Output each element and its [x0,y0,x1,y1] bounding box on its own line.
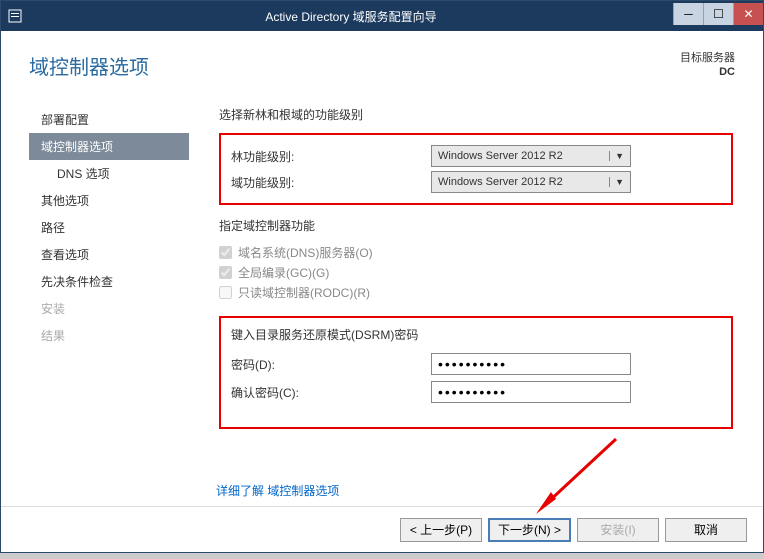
wizard-footer: < 上一步(P) 下一步(N) > 安装(I) 取消 [1,506,763,552]
learn-more-link[interactable]: 详细了解 域控制器选项 [216,484,339,498]
target-server: 目标服务器 DC [680,51,735,80]
titlebar: Active Directory 域服务配置向导 ─ ☐ ✕ [1,1,763,31]
nav-paths[interactable]: 路径 [29,214,189,241]
domain-level-label: 域功能级别: [231,174,431,191]
chevron-down-icon: ▼ [609,151,624,161]
close-button[interactable]: ✕ [733,3,763,25]
dsrm-title: 键入目录服务还原模式(DSRM)密码 [231,326,721,343]
nav-results: 结果 [29,322,189,349]
page-header: 域控制器选项 目标服务器 DC [1,31,763,90]
chevron-down-icon: ▼ [609,177,624,187]
nav-review[interactable]: 查看选项 [29,241,189,268]
gc-checkbox-label: 全局编录(GC)(G) [238,264,329,281]
confirm-password-label: 确认密码(C): [231,384,431,401]
dns-checkbox [219,246,232,259]
next-button[interactable]: 下一步(N) > [488,518,571,542]
gc-checkbox [219,266,232,279]
rodc-checkbox-row: 只读域控制器(RODC)(R) [219,284,733,301]
minimize-button[interactable]: ─ [673,3,703,25]
cancel-button[interactable]: 取消 [665,518,747,542]
window-title: Active Directory 域服务配置向导 [29,8,673,25]
forest-level-label: 林功能级别: [231,148,431,165]
nav-other-options[interactable]: 其他选项 [29,187,189,214]
page-title: 域控制器选项 [29,51,149,80]
gc-checkbox-row: 全局编录(GC)(G) [219,264,733,281]
dsrm-password-box: 键入目录服务还原模式(DSRM)密码 密码(D): 确认密码(C): [219,316,733,429]
main-panel: 选择新林和根域的功能级别 林功能级别: Windows Server 2012 … [189,90,763,441]
forest-level-value: Windows Server 2012 R2 [438,150,563,162]
password-input[interactable] [431,353,631,375]
dns-checkbox-label: 域名系统(DNS)服务器(O) [238,244,373,261]
domain-level-select[interactable]: Windows Server 2012 R2 ▼ [431,171,631,193]
target-label: 目标服务器 [680,51,735,65]
dns-checkbox-row: 域名系统(DNS)服务器(O) [219,244,733,261]
confirm-password-input[interactable] [431,381,631,403]
dc-capabilities-title: 指定域控制器功能 [219,217,733,234]
password-label: 密码(D): [231,356,431,373]
functional-level-box: 林功能级别: Windows Server 2012 R2 ▼ 域功能级别: W… [219,133,733,205]
functional-level-title: 选择新林和根域的功能级别 [219,106,733,123]
nav-dns-options[interactable]: DNS 选项 [29,160,189,187]
domain-level-value: Windows Server 2012 R2 [438,176,563,188]
maximize-button[interactable]: ☐ [703,3,733,25]
nav-deployment[interactable]: 部署配置 [29,106,189,133]
nav-dc-options[interactable]: 域控制器选项 [29,133,189,160]
target-value: DC [680,65,735,79]
app-icon [1,9,29,23]
nav-install: 安装 [29,295,189,322]
rodc-checkbox [219,286,232,299]
nav-prereq[interactable]: 先决条件检查 [29,268,189,295]
install-button: 安装(I) [577,518,659,542]
previous-button[interactable]: < 上一步(P) [400,518,482,542]
rodc-checkbox-label: 只读域控制器(RODC)(R) [238,284,370,301]
wizard-nav: 部署配置 域控制器选项 DNS 选项 其他选项 路径 查看选项 先决条件检查 安… [29,90,189,441]
forest-level-select[interactable]: Windows Server 2012 R2 ▼ [431,145,631,167]
